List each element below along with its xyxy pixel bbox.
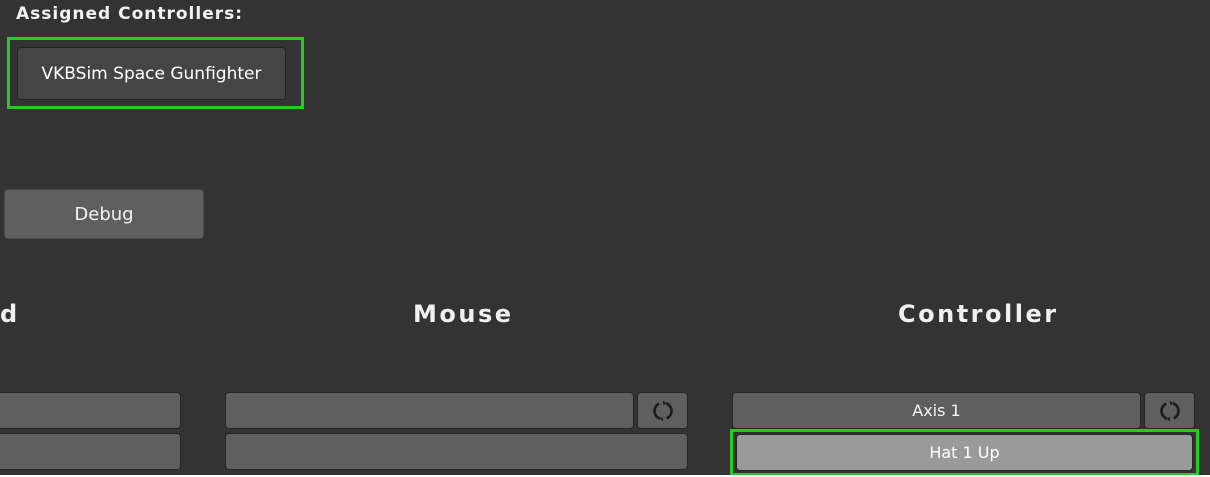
keyboard-binding-1[interactable] <box>0 392 181 429</box>
mouse-reset-button[interactable] <box>637 392 688 429</box>
assigned-controllers-title: Assigned Controllers: <box>16 4 244 24</box>
keyboard-binding-2[interactable] <box>0 433 181 470</box>
debug-button[interactable]: Debug <box>4 189 204 239</box>
keyboard-column-header: d <box>0 300 20 328</box>
controller-column-header: Controller <box>898 300 1059 328</box>
controller-reset-button[interactable] <box>1144 392 1195 429</box>
controller-binding-hat-1-up[interactable]: Hat 1 Up <box>736 434 1193 471</box>
assigned-controller-chip[interactable]: VKBSim Space Gunfighter <box>17 47 286 100</box>
mouse-column-header: Mouse <box>413 300 514 328</box>
mouse-binding-1[interactable] <box>225 392 634 429</box>
controller-binding-axis-1[interactable]: Axis 1 <box>732 392 1141 429</box>
bindings-panel: Assigned Controllers: VKBSim Space Gunfi… <box>0 0 1210 475</box>
refresh-icon <box>652 400 673 421</box>
mouse-binding-2[interactable] <box>225 433 688 470</box>
refresh-icon <box>1159 400 1180 421</box>
